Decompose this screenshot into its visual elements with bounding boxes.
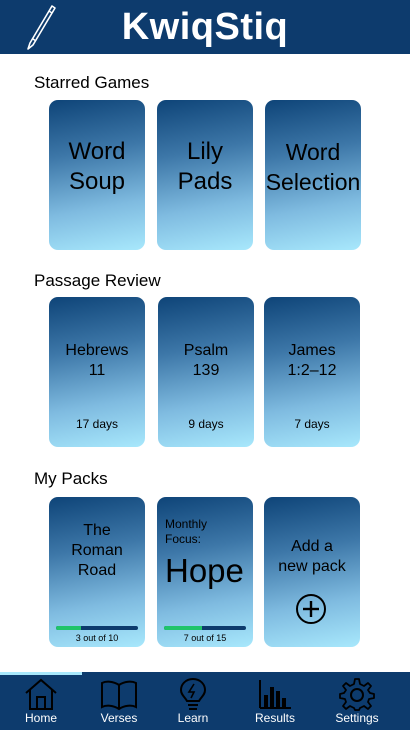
tab-label: Verses bbox=[100, 711, 138, 725]
pack-progress-fill bbox=[56, 626, 81, 630]
passage-card-james-1[interactable]: James 1:2–12 7 days bbox=[264, 297, 360, 447]
tab-label: Home bbox=[24, 711, 57, 725]
gear-icon bbox=[339, 678, 375, 711]
app-title: KwiqStiq bbox=[121, 6, 289, 48]
game-card-lily-pads[interactable]: Lily Pads bbox=[157, 100, 253, 250]
passage-title: Psalm 139 bbox=[183, 342, 229, 379]
game-card-title: Word Selection bbox=[265, 139, 361, 195]
game-card-word-selection[interactable]: Word Selection bbox=[265, 100, 361, 250]
section-title-starred-games: Starred Games bbox=[34, 73, 150, 92]
app-header: KwiqStiq bbox=[0, 0, 410, 54]
passage-title: Hebrews 11 bbox=[65, 342, 129, 379]
home-icon bbox=[25, 678, 57, 710]
tab-verses[interactable]: Verses bbox=[78, 672, 160, 730]
game-card-title: Word Soup bbox=[68, 138, 126, 195]
passage-card-hebrews-11[interactable]: Hebrews 11 17 days bbox=[49, 297, 145, 447]
tab-label: Settings bbox=[335, 711, 379, 725]
passage-title: James 1:2–12 bbox=[287, 342, 337, 379]
passage-days: 7 days bbox=[294, 417, 330, 431]
tab-results[interactable]: Results bbox=[234, 672, 316, 730]
pack-title: The Roman Road bbox=[71, 522, 123, 579]
pack-focus-label: Monthly Focus: bbox=[165, 517, 208, 546]
pack-card-monthly-focus[interactable]: Monthly Focus: Hope 7 out of 15 bbox=[157, 497, 253, 647]
book-icon bbox=[101, 680, 137, 711]
tab-settings[interactable]: Settings bbox=[316, 672, 398, 730]
pack-progress-fill bbox=[164, 626, 203, 630]
bar-chart-icon bbox=[259, 680, 291, 709]
pack-focus-word: Hope bbox=[165, 552, 244, 589]
section-title-my-packs: My Packs bbox=[34, 469, 108, 488]
tab-home[interactable]: Home bbox=[0, 672, 82, 730]
pack-progress-text: 7 out of 15 bbox=[183, 633, 227, 643]
pack-progress-bar bbox=[164, 626, 246, 630]
add-pack-card[interactable]: Add a new pack bbox=[264, 497, 360, 647]
tab-label: Results bbox=[254, 711, 295, 725]
tab-learn[interactable]: Learn bbox=[152, 672, 234, 730]
add-pack-label: Add a new pack bbox=[278, 538, 346, 575]
pack-card-roman-road[interactable]: The Roman Road 3 out of 10 bbox=[49, 497, 145, 647]
section-title-passage-review: Passage Review bbox=[34, 271, 161, 290]
lightbulb-icon bbox=[179, 677, 207, 710]
passage-days: 9 days bbox=[188, 417, 224, 431]
game-card-word-soup[interactable]: Word Soup bbox=[49, 100, 145, 250]
passage-card-psalm-139[interactable]: Psalm 139 9 days bbox=[158, 297, 254, 447]
pack-progress-text: 3 out of 10 bbox=[75, 633, 119, 643]
game-card-title: Lily Pads bbox=[177, 138, 233, 195]
tab-label: Learn bbox=[177, 711, 209, 725]
plus-circle-icon[interactable] bbox=[295, 593, 327, 625]
pack-progress-bar bbox=[56, 626, 138, 630]
passage-days: 17 days bbox=[75, 417, 119, 431]
